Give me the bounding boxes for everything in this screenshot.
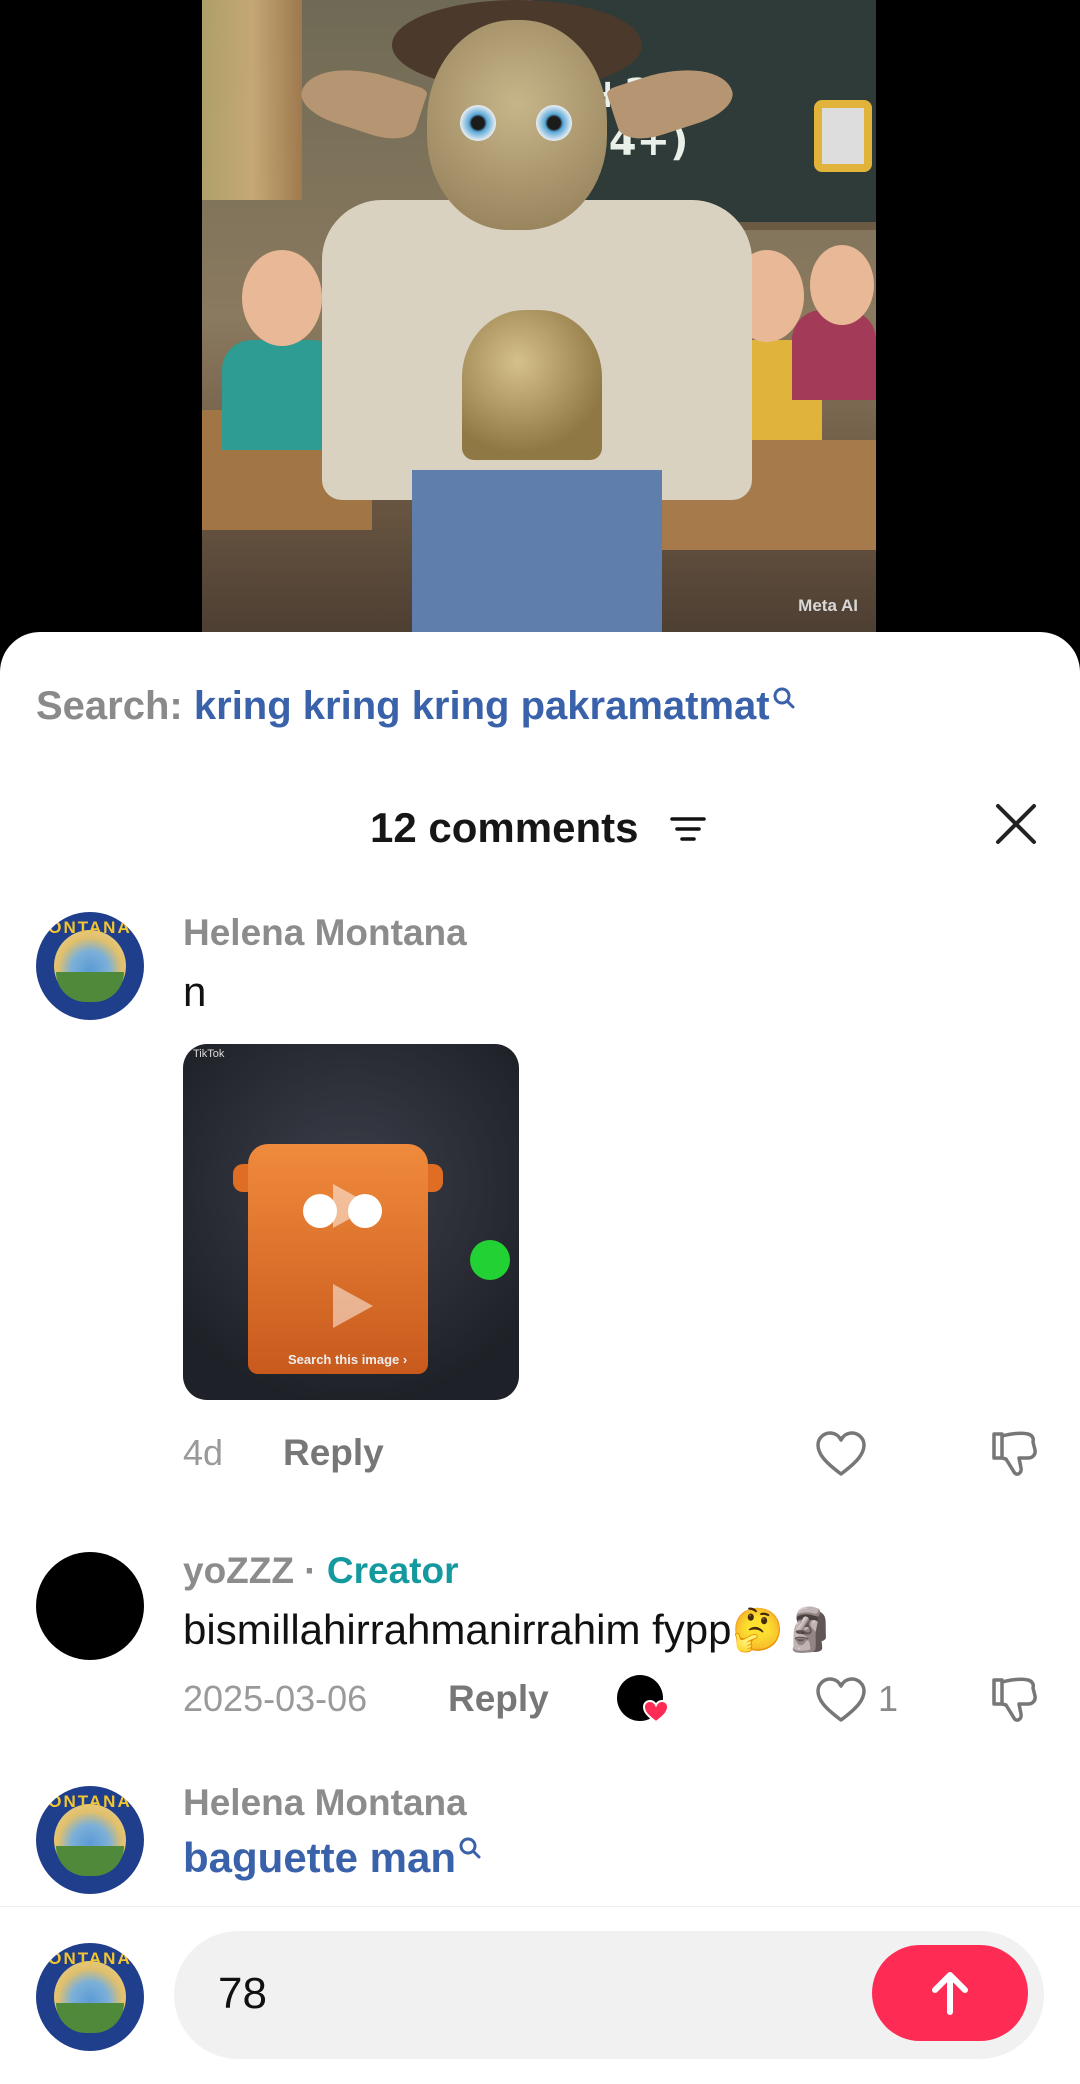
comment-item: yoZZZ · Creator bismillahirrahmanirrahim…: [0, 1550, 1080, 1750]
bell: [462, 310, 602, 460]
search-suggestion[interactable]: Search: kring kring kring pakramatmat: [36, 684, 796, 729]
background-shelf: [202, 0, 302, 200]
comment-search-link[interactable]: baguette man: [183, 1834, 482, 1882]
avatar-text: ONTANA: [48, 1792, 132, 1811]
comment-input-value[interactable]: 78: [218, 1969, 267, 2019]
avatar[interactable]: ONTANA: [36, 1786, 144, 1894]
goblin-head: [427, 20, 607, 230]
comment-link-text: baguette man: [183, 1834, 457, 1881]
avatar[interactable]: ONTANA: [36, 912, 144, 1020]
gif-watermark: TikTok: [193, 1048, 225, 1060]
like-count: 1: [878, 1678, 899, 1719]
avatar-hills: [56, 1846, 124, 1876]
search-query-link[interactable]: kring kring kring pakramatmat: [194, 684, 770, 728]
kid-left: [242, 250, 322, 346]
heart-icon[interactable]: [815, 1430, 867, 1478]
close-icon[interactable]: [994, 802, 1038, 846]
play-icon: [333, 1284, 373, 1328]
comment-time: 2025-03-06: [183, 1678, 368, 1719]
comment-item: ONTANA Helena Montana baguette man: [0, 1782, 1080, 1922]
search-label: Search:: [36, 684, 183, 728]
sort-filter-icon[interactable]: [670, 814, 706, 844]
video-watermark: Meta AI: [798, 596, 858, 615]
comments-header: 12 comments: [0, 792, 1080, 862]
comment-image[interactable]: TikTok Search this image ›: [183, 1044, 519, 1400]
search-icon: [459, 1837, 481, 1859]
comments-count: 12 comments: [370, 804, 639, 851]
comment-input[interactable]: 78: [174, 1931, 1044, 2059]
comments-sheet: Search: kring kring kring pakramatmat 12…: [0, 632, 1080, 2084]
gif-search-label: Search this image ›: [288, 1352, 408, 1367]
reply-button[interactable]: Reply: [448, 1678, 549, 1720]
avatar-hills: [56, 2003, 124, 2033]
comment-time: 4d: [183, 1432, 224, 1473]
goblin-pants: [412, 470, 662, 632]
my-avatar: ONTANA: [36, 1943, 144, 2051]
goblin-eye-right: [536, 105, 572, 141]
creator-liked-icon: [617, 1675, 670, 1724]
comment-composer: ONTANA 78: [0, 1906, 1080, 2084]
play-icon: [333, 1184, 373, 1228]
separator-dot: ·: [304, 1550, 317, 1591]
picture-frame: [814, 100, 872, 172]
comment-author[interactable]: Helena Montana: [183, 912, 467, 954]
comment-text: bismillahirrahmanirrahim fypp🤔🗿: [183, 1606, 837, 1653]
comment-text: n: [183, 968, 207, 1015]
comment-item: ONTANA Helena Montana n TikTok Search th…: [0, 912, 1080, 1476]
comment-author[interactable]: yoZZZ · Creator: [183, 1550, 458, 1592]
reply-button[interactable]: Reply: [283, 1432, 384, 1474]
send-button[interactable]: [872, 1945, 1028, 2041]
video-player[interactable]: (ι+2 ι (=4+) Meta AI: [0, 0, 1080, 660]
author-name: yoZZZ: [183, 1550, 294, 1591]
avatar-text: ONTANA: [48, 1949, 132, 1968]
creator-badge: Creator: [326, 1550, 459, 1591]
follow-dot: [470, 1240, 510, 1280]
heart-icon[interactable]: [815, 1676, 867, 1724]
trash-bin-character: [248, 1144, 428, 1374]
search-icon: [773, 687, 795, 709]
bin-eye-left: [303, 1194, 337, 1228]
avatar[interactable]: [36, 1552, 144, 1660]
kid-far-right: [810, 245, 874, 325]
dislike-icon[interactable]: [988, 1428, 1040, 1480]
arrow-up-icon: [932, 1972, 968, 2015]
avatar-hills: [56, 972, 124, 1002]
comment-author[interactable]: Helena Montana: [183, 1782, 467, 1824]
goblin-eye-left: [460, 105, 496, 141]
dislike-icon[interactable]: [988, 1674, 1040, 1726]
video-frame[interactable]: (ι+2 ι (=4+) Meta AI: [202, 0, 876, 632]
avatar-text: ONTANA: [48, 918, 132, 937]
